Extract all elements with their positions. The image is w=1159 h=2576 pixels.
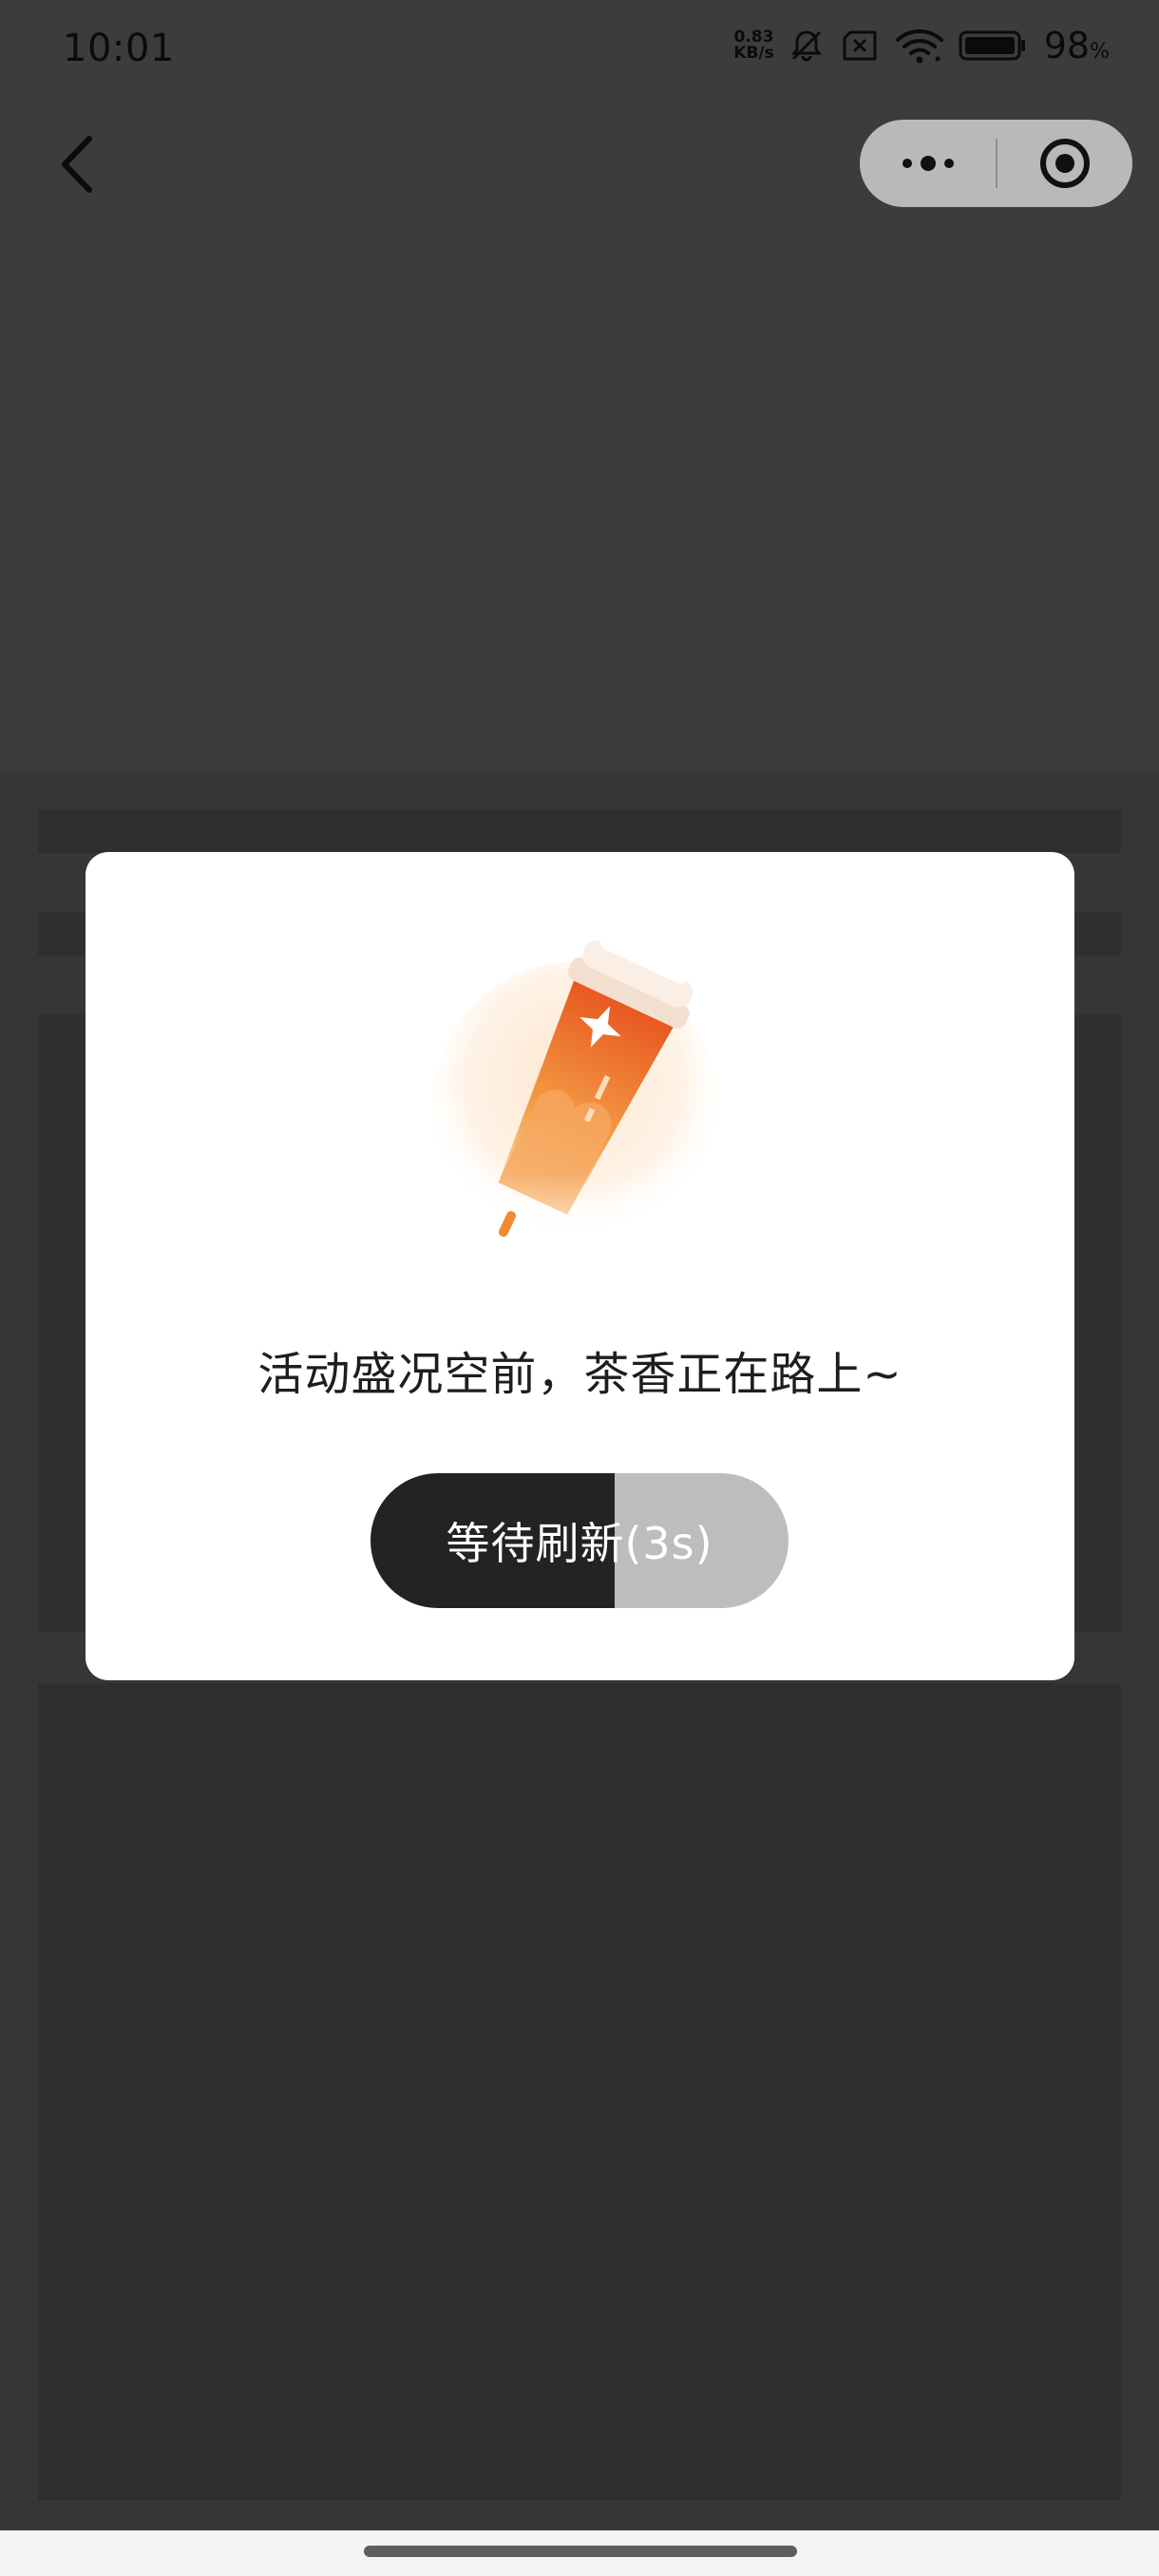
target-circle-icon (1040, 139, 1090, 188)
battery-level: 98% (1044, 25, 1110, 66)
more-dots-icon (902, 156, 954, 171)
busy-dialog: 活动盛况空前，茶香正在路上~ 等待刷新(3s) (86, 852, 1074, 1680)
wait-refresh-label: 等待刷新(3s) (446, 1518, 713, 1569)
net-speed-icon: 0.83 KB/s (733, 29, 773, 62)
busy-message: 活动盛况空前，茶香正在路上~ (257, 1348, 902, 1401)
tea-cup-illustration (380, 935, 779, 1278)
battery-percent: 98 (1043, 25, 1091, 66)
status-time: 10:01 (63, 27, 175, 70)
more-button[interactable] (860, 120, 996, 207)
battery-icon (959, 28, 1027, 63)
mini-program-capsule (860, 120, 1132, 207)
status-bar: 10:01 0.83 KB/s 98% (0, 0, 1159, 104)
no-sim-icon (839, 27, 881, 65)
placeholder-block (38, 809, 1121, 853)
close-mini-program-button[interactable] (998, 120, 1132, 207)
placeholder-block (38, 1683, 1121, 2500)
chevron-left-icon (62, 136, 92, 193)
wifi-icon (894, 27, 945, 65)
status-icons: 0.83 KB/s 98% (733, 25, 1110, 66)
wait-refresh-button[interactable]: 等待刷新(3s) (370, 1473, 788, 1608)
home-indicator[interactable] (364, 2546, 797, 2557)
net-speed-unit: KB/s (733, 44, 774, 63)
back-button[interactable] (55, 131, 103, 198)
header-area (0, 0, 1159, 771)
battery-unit: % (1090, 40, 1110, 64)
bell-muted-icon (788, 27, 826, 65)
